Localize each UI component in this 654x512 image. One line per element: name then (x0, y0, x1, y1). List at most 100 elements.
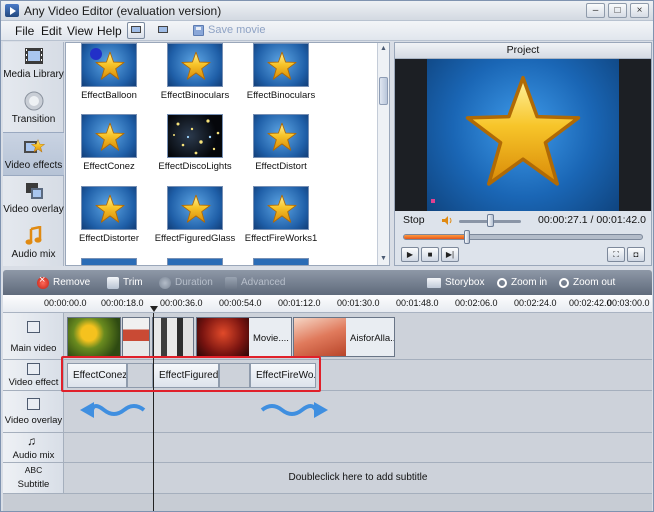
effect-item[interactable]: EffectFiguredGlass (152, 186, 238, 252)
sidebar-item-video-effects[interactable]: Video effects (3, 132, 64, 176)
zoom-out-label: Zoom out (573, 277, 616, 288)
effect-item[interactable]: EffectBinoculars (152, 43, 238, 109)
effect-item[interactable]: EffectBalloon (66, 43, 152, 109)
effect-label: EffectBinoculars (160, 90, 230, 101)
playback-progress-bar[interactable] (403, 230, 643, 244)
effect-item[interactable]: EffectFireWorks1 (238, 186, 324, 252)
ruler-tick-label: 00:02:06.0 (455, 298, 498, 308)
disco-lights-icon (173, 119, 220, 155)
playhead-line[interactable] (153, 313, 154, 511)
menu-edit[interactable]: Edit (41, 24, 62, 38)
effect-thumbnail (253, 114, 309, 158)
effect-thumbnail-partial (81, 258, 137, 265)
highlight-box (61, 356, 321, 392)
timeline-tracks: Main video Movie.... AisforAlla... Video… (3, 313, 652, 511)
effect-thumbnail-partial (167, 258, 223, 265)
effect-label: EffectDistorter (78, 233, 139, 244)
layout-toggle-icon[interactable] (127, 22, 145, 39)
star-icon (267, 51, 297, 80)
menu-help[interactable]: Help (97, 24, 122, 38)
zoom-in-button[interactable]: Zoom in (497, 274, 547, 291)
sidebar-item-media-library[interactable]: Media Library (3, 42, 64, 86)
sidebar-item-transition[interactable]: Transition (3, 87, 64, 131)
left-arrow-icon (80, 402, 146, 418)
music-note-icon: ♫ (27, 434, 36, 448)
video-clip[interactable] (122, 317, 150, 357)
sidebar-item-label: Audio mix (11, 249, 56, 260)
scroll-down-icon[interactable]: ▼ (380, 255, 387, 262)
video-clip[interactable] (152, 317, 194, 357)
sidebar-item-video-overlay[interactable]: Video overlay (3, 177, 64, 221)
menu-file[interactable]: File (15, 24, 34, 38)
timeline-toolbar: Remove Trim Duration Advanced Storybox Z… (3, 270, 652, 295)
effect-thumbnail (167, 114, 223, 158)
sidebar: Media Library Transition Video effects V… (3, 42, 64, 266)
stop-button[interactable]: ■ (421, 247, 439, 262)
save-movie-button[interactable]: Save movie (193, 24, 265, 36)
monitor-icon[interactable] (154, 22, 172, 39)
effect-item[interactable]: EffectConez (66, 114, 152, 180)
advanced-button[interactable]: Advanced (225, 274, 285, 291)
camera-icon: ◘ (633, 250, 639, 259)
effect-thumbnail (81, 186, 137, 230)
clip-thumbnail (197, 318, 249, 356)
playback-status-row: Stop 00:00:27.1 / 00:01:42.0 (395, 211, 651, 231)
effect-label: EffectFireWorks1 (244, 233, 318, 244)
volume-icon[interactable] (441, 215, 453, 226)
disk-icon (193, 24, 204, 36)
effect-thumbnail (81, 114, 137, 158)
window-title: Any Video Editor (evaluation version) (24, 4, 222, 18)
snapshot-button[interactable]: ◘ (627, 247, 645, 262)
library-scrollbar[interactable]: ▲ ▼ (377, 43, 389, 265)
trim-button[interactable]: Trim (107, 274, 143, 291)
effect-item[interactable]: EffectDistort (238, 114, 324, 180)
minimize-button[interactable]: – (586, 3, 605, 18)
playhead-marker[interactable] (150, 306, 158, 312)
menu-view[interactable]: View (67, 24, 93, 38)
sidebar-item-audio-mix[interactable]: Audio mix (3, 222, 64, 266)
volume-slider-knob[interactable] (487, 214, 494, 227)
fullscreen-button[interactable]: ⛶ (607, 247, 625, 262)
remove-label: Remove (53, 277, 91, 288)
storybox-icon (427, 277, 441, 288)
effect-item[interactable]: EffectDistorter (66, 186, 152, 252)
save-movie-label: Save movie (208, 24, 266, 36)
film-icon (25, 48, 43, 64)
effect-item[interactable]: EffectBinoculars (238, 43, 324, 109)
duration-button[interactable]: Duration (159, 274, 213, 291)
stop-icon: ■ (427, 250, 433, 259)
video-clip[interactable]: Movie.... (196, 317, 292, 357)
star-icon (465, 75, 581, 186)
effect-label: EffectBinoculars (246, 90, 316, 101)
track-header-video-overlay: Video overlay (3, 391, 64, 433)
overlay-icon (26, 183, 43, 199)
storybox-button[interactable]: Storybox (427, 274, 484, 291)
scrollbar-thumb[interactable] (379, 77, 388, 105)
close-button[interactable]: × (630, 3, 649, 18)
advanced-label: Advanced (241, 277, 286, 288)
effect-item[interactable]: EffectDiscoLights (152, 114, 238, 180)
zoom-in-icon (497, 277, 507, 288)
effects-library: EffectBalloon EffectBinoculars EffectBin… (65, 42, 390, 266)
playback-status: Stop (403, 214, 425, 226)
timeline-ruler[interactable]: 00:00:00.0 00:00:18.0 00:00:36.0 00:00:5… (3, 295, 652, 313)
track-label: Audio mix (12, 450, 55, 461)
zoom-out-button[interactable]: Zoom out (559, 274, 615, 291)
track-label: Video effect (8, 377, 59, 388)
maximize-button[interactable]: □ (608, 3, 627, 18)
clip-label: Movie.... (253, 333, 289, 344)
star-effects-icon (24, 139, 45, 153)
star-icon (181, 194, 211, 223)
progress-fill (404, 235, 468, 239)
remove-button[interactable]: Remove (37, 274, 90, 291)
next-icon: ▶| (445, 250, 455, 259)
video-clip[interactable] (67, 317, 121, 357)
ruler-tick-label: 00:00:36.0 (160, 298, 203, 308)
progress-knob[interactable] (464, 230, 471, 244)
scroll-up-icon[interactable]: ▲ (380, 45, 387, 52)
marker-dot (431, 199, 435, 203)
next-button[interactable]: ▶| (441, 247, 459, 262)
play-button[interactable]: ▶ (401, 247, 419, 262)
zoom-in-label: Zoom in (511, 277, 548, 288)
video-clip[interactable]: AisforAlla... (293, 317, 395, 357)
